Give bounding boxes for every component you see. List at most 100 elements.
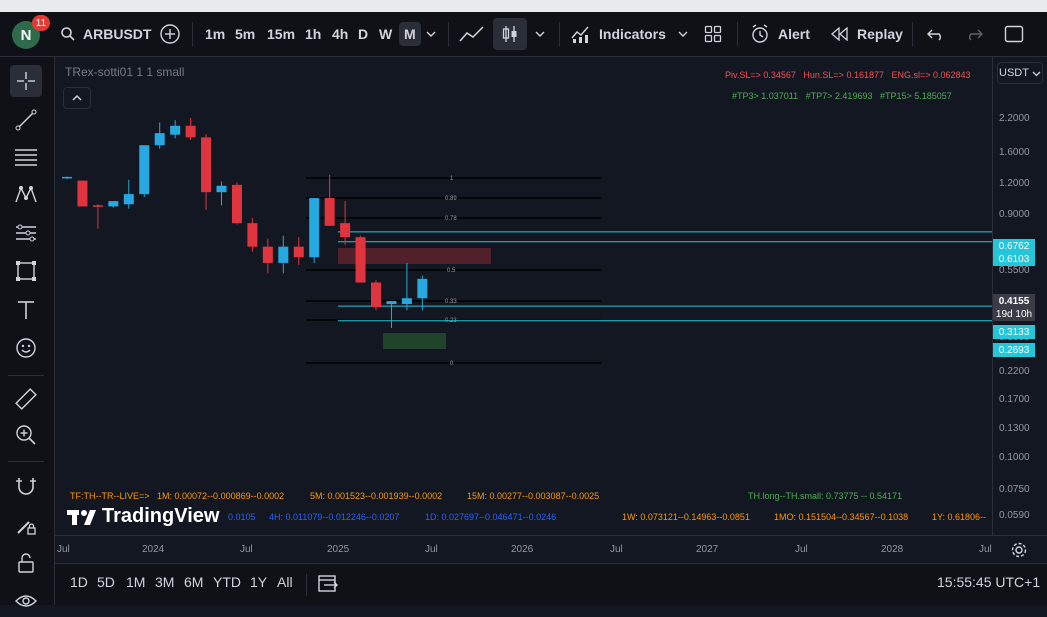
trendline-icon — [15, 109, 37, 131]
range-1m[interactable]: 1M — [126, 574, 145, 590]
price-label: 0.1700 — [999, 394, 1030, 405]
candle-body — [371, 282, 381, 308]
price-label: 2.2000 — [999, 113, 1030, 124]
level-tag: 0.6103 — [993, 252, 1035, 266]
indicators-dropdown[interactable] — [677, 12, 689, 56]
candle-body — [216, 185, 227, 193]
candle-body — [417, 278, 428, 299]
lock-icon — [18, 553, 34, 573]
indicator-title: TRex-sotti01 1 1 small — [65, 65, 185, 79]
collapse-legend-button[interactable] — [63, 87, 91, 109]
forecast-tool[interactable] — [10, 217, 42, 249]
redo-button[interactable] — [965, 12, 983, 56]
fib-retracement[interactable]: 1 0.89 0.78 0.5 0.33 0.23 0 — [306, 176, 601, 367]
buy-zone — [383, 333, 446, 349]
fib-level-label: 0.89 — [445, 196, 457, 202]
price-label: 0.1300 — [999, 423, 1030, 434]
chevron-down-icon — [426, 31, 436, 37]
projection-icon — [16, 224, 36, 242]
brand-label: TradingView — [102, 505, 220, 527]
interval-dropdown[interactable] — [425, 12, 437, 56]
alert-button[interactable]: Alert — [750, 12, 810, 56]
pattern-tool[interactable] — [10, 179, 42, 211]
interval-m[interactable]: M — [399, 12, 421, 56]
horizontal-levels[interactable] — [338, 231, 992, 322]
alarm-clock-icon — [752, 24, 768, 43]
layouts-button[interactable] — [704, 12, 722, 56]
clock[interactable]: 15:55:45 UTC+1 — [937, 574, 1040, 590]
candle-body — [340, 223, 351, 238]
candle-body — [324, 198, 335, 226]
range-3m[interactable]: 3M — [155, 574, 174, 590]
time-label: 2028 — [881, 544, 904, 555]
measure-tool[interactable] — [10, 383, 42, 415]
lock-all-tool[interactable] — [10, 547, 42, 579]
eye-icon — [15, 595, 37, 607]
interval-5m[interactable]: 5m — [235, 12, 255, 56]
time-label: Jul — [979, 544, 992, 555]
symbol-search[interactable]: ARBUSDT — [60, 12, 151, 56]
zoom-tool[interactable] — [10, 419, 42, 451]
hide-drawings-tool[interactable] — [10, 585, 42, 617]
fib-level-label: 0.33 — [445, 299, 457, 305]
interval-4h[interactable]: 4h — [332, 12, 348, 56]
time-label: 2025 — [327, 544, 350, 555]
chevron-down-icon — [678, 31, 688, 37]
time-label: Jul — [425, 544, 438, 555]
lock-drawings-tool[interactable] — [10, 509, 42, 541]
time-axis[interactable]: Jul 2024 Jul 2025 Jul 2026 Jul 2027 Jul … — [55, 535, 1047, 564]
range-1y[interactable]: 1Y — [250, 574, 267, 590]
range-1d[interactable]: 1D — [70, 574, 88, 590]
text-tool[interactable] — [10, 294, 42, 326]
candle-body — [123, 194, 134, 205]
candle-body — [247, 223, 258, 247]
interval-1m[interactable]: 1m — [205, 12, 225, 56]
shape-tool[interactable] — [10, 255, 42, 287]
fib-level-label: 0 — [450, 361, 454, 367]
fullscreen-button[interactable] — [1004, 12, 1024, 56]
chevron-down-icon — [1032, 71, 1041, 76]
chart-pane[interactable]: 1 0.89 0.78 0.5 0.33 0.23 0 TRex-sotti01… — [55, 57, 992, 535]
price-axis[interactable]: USDT 2.2000 1.6000 1.2000 0.9000 0.5500 … — [992, 57, 1047, 535]
tradingview-logo: TradingView — [67, 505, 219, 528]
interval-1h[interactable]: 1h — [305, 12, 321, 56]
symbol-name: ARBUSDT — [83, 26, 152, 42]
undo-button[interactable] — [927, 12, 945, 56]
zoom-in-icon — [16, 425, 36, 445]
eng-sl: ENG.sl=> 0.062843 — [891, 70, 971, 80]
range-all[interactable]: All — [277, 574, 293, 590]
fib-tool[interactable] — [10, 141, 42, 173]
currency-selector[interactable]: USDT — [997, 62, 1043, 84]
interval-label: 5m — [235, 26, 256, 42]
th-info: TH.long--TH.small: 0.73775 -- 0.54171 — [748, 491, 903, 501]
icons-tool[interactable] — [10, 332, 42, 364]
interval-15m[interactable]: 15m — [267, 12, 295, 56]
compare-button[interactable] — [159, 12, 181, 56]
chart-type-candles[interactable] — [493, 12, 527, 56]
interval-label: 15m — [267, 26, 296, 42]
magnet-tool[interactable] — [10, 470, 42, 502]
goto-date-button[interactable] — [317, 573, 339, 598]
range-6m[interactable]: 6M — [184, 574, 203, 590]
candle-body — [108, 201, 119, 207]
trendline-tool[interactable] — [10, 104, 42, 136]
crosshair-tool[interactable] — [10, 65, 42, 97]
price-label: 0.2200 — [999, 366, 1030, 377]
candle-body — [293, 246, 304, 258]
range-ytd[interactable]: YTD — [213, 574, 241, 590]
candle-body — [62, 176, 72, 179]
candle-body — [262, 246, 273, 263]
calendar-arrow-icon — [318, 575, 338, 592]
range-5d[interactable]: 5D — [97, 574, 115, 590]
interval-d[interactable]: D — [358, 12, 368, 56]
candle-body — [231, 184, 242, 224]
chart-type-line[interactable] — [459, 12, 485, 56]
chart-type-dropdown[interactable] — [534, 12, 546, 56]
indicators-button[interactable]: Indicators — [570, 12, 666, 56]
replay-button[interactable]: Replay — [831, 12, 903, 56]
price-chart[interactable]: 1 0.89 0.78 0.5 0.33 0.23 0 — [55, 57, 992, 535]
chart-settings-button[interactable] — [1010, 541, 1028, 564]
tp15: #TP15> 5.185057 — [879, 91, 952, 101]
interval-w[interactable]: W — [379, 12, 392, 56]
tf-row-1: TF:TH--TR--LIVE=> 1M: 0.00072--0.000869-… — [70, 491, 284, 501]
